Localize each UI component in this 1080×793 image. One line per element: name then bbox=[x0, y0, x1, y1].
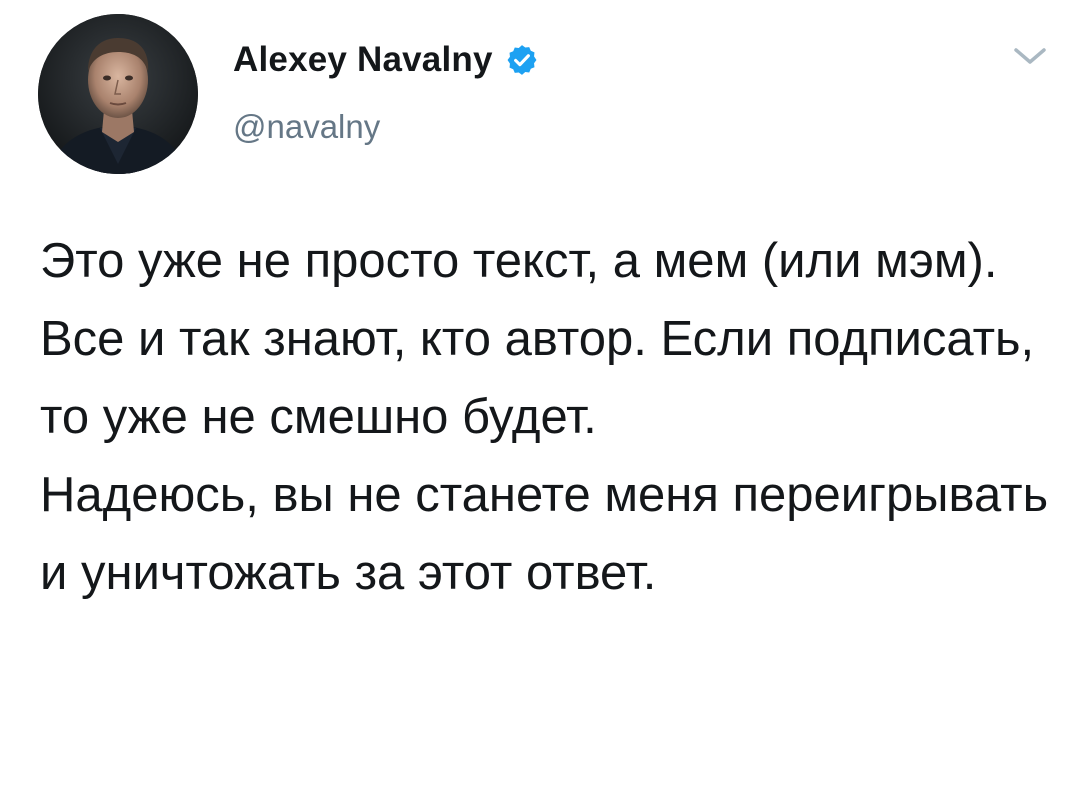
verified-badge-icon bbox=[505, 43, 539, 77]
author-name-row[interactable]: Alexey Navalny bbox=[233, 38, 539, 82]
tweet-text: Это уже не просто текст, а мем (или мэм)… bbox=[40, 234, 1049, 600]
tweet-card: Alexey Navalny @navalny Это уже не прост… bbox=[0, 0, 1080, 793]
author-handle[interactable]: @navalny bbox=[233, 108, 380, 146]
avatar[interactable] bbox=[38, 14, 198, 174]
avatar-image bbox=[38, 14, 198, 174]
chevron-down-icon[interactable] bbox=[1010, 42, 1050, 70]
author-display-name[interactable]: Alexey Navalny bbox=[233, 40, 493, 80]
